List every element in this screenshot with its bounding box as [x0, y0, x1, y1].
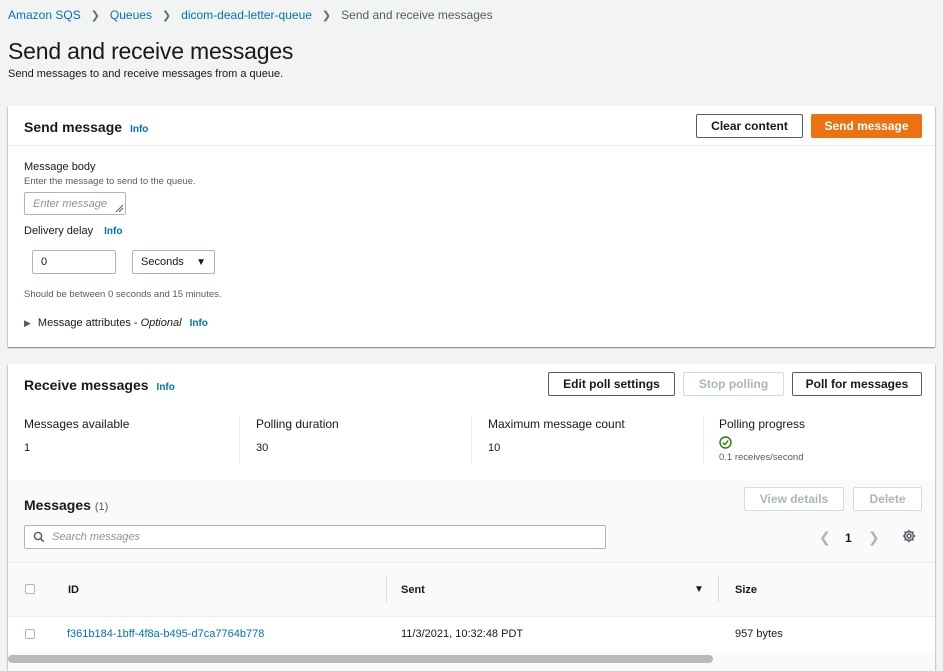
- table-top-divider: [8, 562, 935, 563]
- row-checkbox[interactable]: [25, 629, 35, 639]
- edit-poll-settings-button[interactable]: Edit poll settings: [548, 372, 675, 396]
- select-all-checkbox[interactable]: [25, 584, 35, 594]
- page-title: Send and receive messages: [8, 38, 294, 64]
- polling-progress-label: Polling progress: [719, 417, 806, 431]
- receive-messages-title: Receive messages Info: [24, 377, 175, 393]
- receive-info-link[interactable]: Info: [157, 382, 175, 393]
- delivery-delay-unit-select[interactable]: Seconds ▼: [132, 250, 215, 274]
- table-row[interactable]: f361b184-1bff-4f8a-b495-d7ca7764b778 11/…: [8, 616, 935, 652]
- next-page-icon[interactable]: ❯: [868, 529, 880, 546]
- check-circle-icon: [719, 436, 732, 449]
- polling-progress-value: 0.1 receives/second: [719, 452, 804, 463]
- chevron-right-icon: ❯: [90, 9, 100, 22]
- column-header-size[interactable]: Size: [735, 584, 757, 596]
- chevron-right-icon: ❯: [161, 9, 172, 22]
- delivery-delay-info-link[interactable]: Info: [104, 226, 122, 237]
- page-number[interactable]: 1: [845, 531, 852, 545]
- gear-icon[interactable]: [902, 529, 916, 543]
- view-details-button[interactable]: View details: [744, 487, 844, 511]
- metric-divider: [239, 416, 240, 464]
- messages-title: Messages (1): [24, 497, 109, 513]
- breadcrumb-current: Send and receive messages: [341, 8, 493, 22]
- message-body-description: Enter the message to send to the queue.: [24, 176, 196, 187]
- message-id-link[interactable]: f361b184-1bff-4f8a-b495-d7ca7764b778: [67, 628, 264, 640]
- send-info-link[interactable]: Info: [130, 124, 148, 135]
- chevron-right-icon: ❯: [321, 9, 332, 22]
- message-attributes-info-link[interactable]: Info: [190, 318, 208, 329]
- max-message-count-label: Maximum message count: [488, 417, 625, 431]
- column-header-sent[interactable]: Sent: [401, 584, 425, 596]
- metric-divider: [703, 416, 704, 464]
- messages-available-label: Messages available: [24, 417, 130, 431]
- resize-handle-icon[interactable]: [115, 204, 124, 213]
- column-divider: [718, 576, 719, 602]
- page-subtitle: Send messages to and receive messages fr…: [8, 68, 284, 80]
- delivery-delay-input[interactable]: 0: [32, 250, 116, 274]
- horizontal-scrollbar[interactable]: [8, 655, 713, 663]
- message-sent-cell: 11/3/2021, 10:32:48 PDT: [401, 628, 524, 640]
- caret-right-icon: ▶: [24, 317, 31, 328]
- stop-polling-button[interactable]: Stop polling: [683, 372, 784, 396]
- message-body-label: Message body: [24, 161, 96, 173]
- polling-duration-label: Polling duration: [256, 417, 339, 431]
- messages-available-value: 1: [24, 442, 31, 454]
- poll-for-messages-button[interactable]: Poll for messages: [792, 372, 922, 396]
- delivery-delay-hint: Should be between 0 seconds and 15 minut…: [24, 289, 222, 300]
- search-icon: [33, 531, 45, 543]
- send-message-title: Send message Info: [24, 119, 149, 135]
- receive-messages-panel: Receive messages Info Edit poll settings …: [8, 364, 935, 671]
- message-size-cell: 957 bytes: [735, 628, 783, 640]
- messages-section: Messages (1) View details Delete Search …: [8, 480, 935, 671]
- breadcrumb-amazon-sqs[interactable]: Amazon SQS: [8, 8, 81, 22]
- polling-duration-value: 30: [256, 442, 269, 454]
- caret-down-icon: ▼: [196, 256, 206, 268]
- search-messages-input[interactable]: Search messages: [24, 525, 606, 549]
- breadcrumb-queue-name[interactable]: dicom-dead-letter-queue: [181, 8, 312, 22]
- column-divider: [386, 576, 387, 602]
- message-attributes-toggle[interactable]: ▶ Message attributes - Optional Info: [24, 317, 208, 329]
- metric-divider: [471, 416, 472, 464]
- clear-content-button[interactable]: Clear content: [696, 114, 803, 138]
- delivery-delay-label: Delivery delay Info: [24, 225, 123, 237]
- send-message-button[interactable]: Send message: [811, 114, 922, 138]
- max-message-count-value: 10: [488, 442, 501, 454]
- send-message-header: Send message Info Clear content Send mess…: [8, 106, 935, 146]
- column-header-id[interactable]: ID: [68, 584, 79, 596]
- previous-page-icon[interactable]: ❮: [819, 529, 831, 546]
- breadcrumb: Amazon SQS ❯ Queues ❯ dicom-dead-letter-…: [8, 8, 493, 22]
- send-message-panel: Send message Info Clear content Send mess…: [8, 106, 935, 347]
- sort-descending-icon[interactable]: ▼: [694, 584, 704, 595]
- receive-messages-header: Receive messages Info Edit poll settings …: [8, 364, 935, 404]
- row-divider: [8, 616, 935, 617]
- breadcrumb-queues[interactable]: Queues: [110, 8, 152, 22]
- delete-button[interactable]: Delete: [853, 487, 922, 511]
- message-body-input[interactable]: Enter message: [24, 192, 126, 215]
